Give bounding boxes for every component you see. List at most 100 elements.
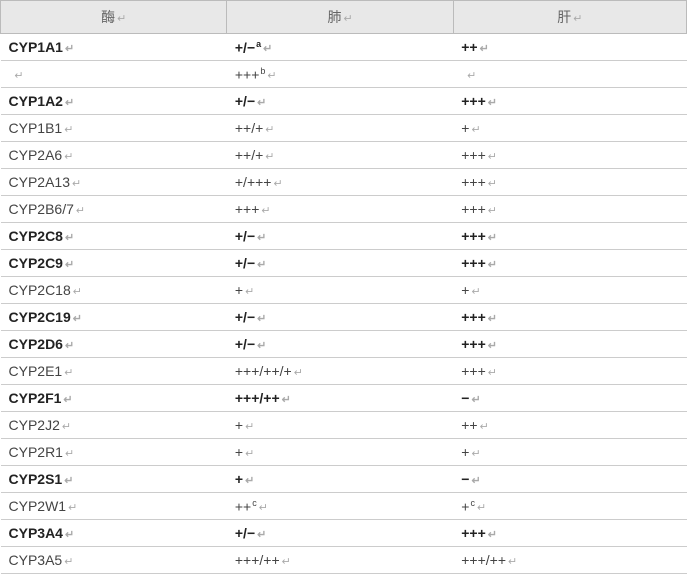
return-icon: ↵ xyxy=(64,150,73,163)
return-icon: ↵ xyxy=(68,501,77,514)
cell-enzyme: CYP2B6/7↵ xyxy=(1,196,227,223)
return-icon: ↵ xyxy=(257,339,266,352)
enzyme-table: 酶↵ 肺↵ 肝↵ CYP1A1↵+/−a↵++↵ ↵+++b↵ ↵CYP1A2↵… xyxy=(0,0,687,574)
enzyme-label: CYP2E1 xyxy=(9,363,63,379)
return-icon: ↵ xyxy=(471,285,480,298)
table-row: CYP2W1↵ ++c↵+c↵ xyxy=(1,493,687,520)
liver-value: +++ xyxy=(461,201,486,217)
cell-lung: +/−↵ xyxy=(227,250,453,277)
cell-liver: +++↵ xyxy=(453,88,686,115)
liver-value: + xyxy=(461,282,469,298)
liver-value: +++/++ xyxy=(461,552,506,568)
superscript: c xyxy=(470,498,475,508)
table-row: CYP2E1↵+++/++/+↵+++↵ xyxy=(1,358,687,385)
enzyme-label: CYP1A2 xyxy=(9,93,63,109)
return-icon: ↵ xyxy=(480,42,489,55)
lung-value: +/− xyxy=(235,93,255,109)
table-row: ↵+++b↵ ↵ xyxy=(1,61,687,88)
cell-enzyme: CYP2D6↵ xyxy=(1,331,227,358)
return-icon: ↵ xyxy=(265,123,274,136)
lung-value: +/− xyxy=(235,228,255,244)
return-icon: ↵ xyxy=(76,204,85,217)
return-icon: ↵ xyxy=(63,393,72,406)
cell-lung: +/−↵ xyxy=(227,223,453,250)
return-icon: ↵ xyxy=(65,258,74,271)
return-icon: ↵ xyxy=(480,420,489,433)
superscript: a xyxy=(256,39,261,49)
table-row: CYP1A2↵+/−↵+++↵ xyxy=(1,88,687,115)
cell-liver: ++↵ xyxy=(453,412,686,439)
enzyme-label: CYP2R1 xyxy=(9,444,63,460)
return-icon: ↵ xyxy=(488,258,497,271)
table-row: CYP2S1↵+↵−↵ xyxy=(1,466,687,493)
lung-value: +++ xyxy=(235,201,260,217)
cell-enzyme: CYP2S1↵ xyxy=(1,466,227,493)
enzyme-label: CYP2C19 xyxy=(9,309,71,325)
liver-value: +++ xyxy=(461,309,486,325)
cell-liver: +++/++↵ xyxy=(453,547,686,574)
lung-value: +/− xyxy=(235,255,255,271)
cell-enzyme: CYP2C9↵ xyxy=(1,250,227,277)
cell-enzyme: CYP1A1↵ xyxy=(1,34,227,61)
table-row: CYP1A1↵ +/−a ↵++↵ xyxy=(1,34,687,61)
lung-value: +/− xyxy=(235,525,255,541)
return-icon: ↵ xyxy=(488,231,497,244)
cell-liver: −↵ xyxy=(453,385,686,412)
cell-lung: ++c↵ xyxy=(227,493,453,520)
cell-lung: +++↵ xyxy=(227,196,453,223)
cell-liver: −↵ xyxy=(453,466,686,493)
liver-value: + xyxy=(461,444,469,460)
lung-value: +++/++ xyxy=(235,390,280,406)
return-icon: ↵ xyxy=(245,420,254,433)
cell-lung: +↵ xyxy=(227,439,453,466)
return-icon: ↵ xyxy=(488,366,497,379)
return-icon: ↵ xyxy=(73,312,82,325)
header-liver: 肝↵ xyxy=(453,1,686,34)
enzyme-label: CYP2W1 xyxy=(9,498,67,514)
return-icon: ↵ xyxy=(265,150,274,163)
cell-liver: +++↵ xyxy=(453,358,686,385)
return-icon: ↵ xyxy=(488,150,497,163)
liver-value: + xyxy=(461,498,469,514)
liver-value: ++ xyxy=(461,417,477,433)
enzyme-label: CYP2B6/7 xyxy=(9,201,74,217)
superscript: b xyxy=(260,66,265,76)
enzyme-label: CYP2J2 xyxy=(9,417,60,433)
return-icon: ↵ xyxy=(294,366,303,379)
return-icon: ↵ xyxy=(257,96,266,109)
return-icon: ↵ xyxy=(488,312,497,325)
table-row: CYP2C9↵+/−↵+++↵ xyxy=(1,250,687,277)
liver-value: − xyxy=(461,471,469,487)
enzyme-label: CYP1A1 xyxy=(9,39,63,55)
liver-value: +++ xyxy=(461,525,486,541)
return-icon: ↵ xyxy=(72,177,81,190)
return-icon: ↵ xyxy=(508,555,517,568)
cell-liver: +++↵ xyxy=(453,196,686,223)
cell-liver: +++↵ xyxy=(453,250,686,277)
cell-enzyme: ↵ xyxy=(1,61,227,88)
cell-lung: +↵ xyxy=(227,412,453,439)
table-row: CYP2A13↵+/+++↵+++↵ xyxy=(1,169,687,196)
header-row: 酶↵ 肺↵ 肝↵ xyxy=(1,1,687,34)
cell-liver: +↵ xyxy=(453,439,686,466)
return-icon: ↵ xyxy=(488,96,497,109)
return-icon: ↵ xyxy=(245,447,254,460)
lung-value: + xyxy=(235,471,243,487)
cell-enzyme: CYP1B1↵ xyxy=(1,115,227,142)
cell-enzyme: CYP2C18↵ xyxy=(1,277,227,304)
lung-value: + xyxy=(235,417,243,433)
lung-value: +/− xyxy=(235,39,255,55)
cell-lung: +↵ xyxy=(227,277,453,304)
cell-liver: ++↵ xyxy=(453,34,686,61)
return-icon: ↵ xyxy=(261,204,270,217)
cell-lung: +++/++/+↵ xyxy=(227,358,453,385)
table-row: CYP2J2↵+↵++↵ xyxy=(1,412,687,439)
lung-value: +++/++ xyxy=(235,552,280,568)
cell-liver: +c↵ xyxy=(453,493,686,520)
table-row: CYP2C8↵+/−↵+++↵ xyxy=(1,223,687,250)
liver-value: − xyxy=(461,390,469,406)
cell-lung: +/−↵ xyxy=(227,520,453,547)
lung-value: +/− xyxy=(235,336,255,352)
return-icon: ↵ xyxy=(64,555,73,568)
enzyme-label: CYP3A4 xyxy=(9,525,63,541)
